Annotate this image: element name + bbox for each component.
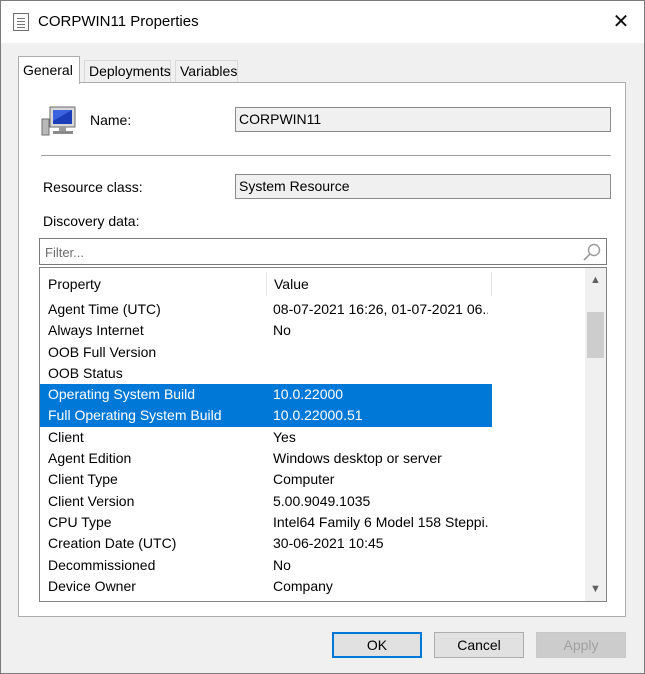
property-cell: OOB Full Version xyxy=(48,343,157,360)
filter-input[interactable]: Filter... xyxy=(39,238,607,265)
table-row[interactable]: OOB Full Version xyxy=(40,342,492,363)
name-field[interactable]: CORPWIN11 xyxy=(235,107,611,132)
ok-button[interactable]: OK xyxy=(332,632,422,658)
resource-class-field[interactable]: System Resource xyxy=(235,174,611,199)
table-row[interactable]: Agent Time (UTC) 08-07-2021 16:26, 01-07-… xyxy=(40,299,492,320)
table-row[interactable]: Full Operating System Build 10.0.22000.51 xyxy=(40,405,492,427)
scroll-thumb[interactable] xyxy=(587,312,604,358)
properties-icon xyxy=(13,13,29,31)
table-row[interactable]: Agent Edition Windows desktop or server xyxy=(40,448,492,469)
value-cell: 30-06-2021 10:45 xyxy=(273,535,384,552)
discovery-data-list[interactable]: Property Value Agent Time (UTC) 08-07-202… xyxy=(39,267,607,602)
property-cell: Device Owner xyxy=(48,577,136,594)
tab-variables[interactable]: Variables xyxy=(175,60,238,83)
table-row[interactable]: Device Owner Company xyxy=(40,576,492,597)
computer-icon xyxy=(41,106,76,136)
separator xyxy=(41,155,611,157)
table-row[interactable]: CPU Type Intel64 Family 6 Model 158 Stepp… xyxy=(40,512,492,533)
property-cell: Operating System Build xyxy=(48,386,196,403)
scroll-down-icon[interactable]: ▼ xyxy=(585,579,606,599)
table-row[interactable]: Client Version 5.00.9049.1035 xyxy=(40,491,492,512)
resource-class-label: Resource class: xyxy=(43,179,143,195)
column-divider[interactable] xyxy=(491,272,492,296)
property-cell: CPU Type xyxy=(48,513,112,530)
table-row[interactable]: Always Internet No xyxy=(40,320,492,341)
value-cell: No xyxy=(273,556,291,573)
tab-deployments[interactable]: Deployments xyxy=(84,60,171,83)
value-cell: 08-07-2021 16:26, 01-07-2021 06... xyxy=(273,301,488,317)
property-cell: Client Type xyxy=(48,471,118,488)
value-cell: No xyxy=(273,322,291,339)
property-cell: Creation Date (UTC) xyxy=(48,535,177,552)
cancel-button[interactable]: Cancel xyxy=(434,632,524,658)
filter-placeholder: Filter... xyxy=(45,245,85,260)
general-panel: Name: CORPWIN11 Resource class: System R… xyxy=(18,82,626,617)
property-cell: Agent Time (UTC) xyxy=(48,301,161,317)
value-cell: Windows desktop or server xyxy=(273,450,442,467)
value-cell: 5.00.9049.1035 xyxy=(273,492,371,509)
vertical-scrollbar[interactable]: ▲ ▼ xyxy=(585,268,606,601)
search-icon[interactable] xyxy=(582,242,602,262)
tab-general[interactable]: General xyxy=(18,56,80,84)
value-cell: Yes xyxy=(273,428,296,445)
value-cell: Intel64 Family 6 Model 158 Steppi... xyxy=(273,513,488,530)
table-row[interactable]: OOB Status xyxy=(40,363,492,384)
property-cell: OOB Status xyxy=(48,364,123,381)
table-row[interactable]: Creation Date (UTC) 30-06-2021 10:45 xyxy=(40,533,492,554)
property-cell: Decommissioned xyxy=(48,556,156,573)
column-header-property[interactable]: Property xyxy=(40,268,266,300)
window-title: CORPWIN11 Properties xyxy=(38,13,199,30)
property-cell: Agent Edition xyxy=(48,450,132,467)
apply-button[interactable]: Apply xyxy=(536,632,626,658)
discovery-data-label: Discovery data: xyxy=(43,213,140,229)
properties-dialog: CORPWIN11 Properties ✕ General Deploymen… xyxy=(0,0,645,674)
name-label: Name: xyxy=(90,112,132,128)
column-header-value[interactable]: Value xyxy=(266,268,491,300)
property-cell: Client xyxy=(48,428,84,445)
value-cell: 10.0.22000.51 xyxy=(273,407,363,424)
close-button[interactable]: ✕ xyxy=(599,5,643,39)
value-cell: Company xyxy=(273,577,333,594)
scroll-up-icon[interactable]: ▲ xyxy=(585,270,606,290)
table-row[interactable]: Operating System Build 10.0.22000 xyxy=(40,384,492,406)
list-rows: Agent Time (UTC) 08-07-2021 16:26, 01-07-… xyxy=(40,299,585,597)
value-cell: 10.0.22000 xyxy=(273,386,344,403)
list-header: Property Value xyxy=(40,268,585,300)
property-cell: Always Internet xyxy=(48,322,144,339)
table-row[interactable]: Client Type Computer xyxy=(40,469,492,490)
property-cell: Full Operating System Build xyxy=(48,407,222,424)
property-cell: Client Version xyxy=(48,492,135,509)
value-cell: Computer xyxy=(273,471,335,488)
title-bar[interactable]: CORPWIN11 Properties ✕ xyxy=(1,1,644,43)
table-row[interactable]: Decommissioned No xyxy=(40,555,492,576)
table-row[interactable]: Client Yes xyxy=(40,427,492,448)
